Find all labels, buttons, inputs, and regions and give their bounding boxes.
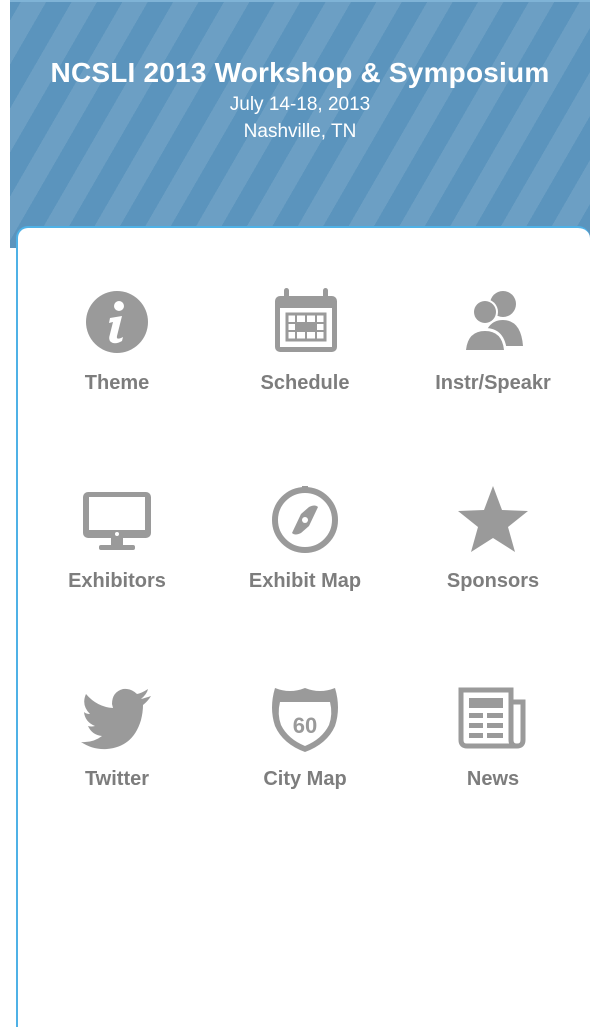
- menu-item-schedule[interactable]: Schedule: [210, 228, 400, 398]
- menu-item-instructors-speakers[interactable]: Instr/Speakr: [398, 228, 588, 398]
- menu-item-theme[interactable]: Theme: [22, 228, 212, 398]
- menu-item-news[interactable]: News: [398, 624, 588, 794]
- menu-item-label: Exhibitors: [68, 570, 166, 592]
- event-location: Nashville, TN: [243, 121, 357, 142]
- header-banner: NCSLI 2013 Workshop & Symposium July 14-…: [10, 0, 590, 248]
- app-screen: NCSLI 2013 Workshop & Symposium July 14-…: [0, 0, 590, 1027]
- menu-item-label: Exhibit Map: [248, 570, 362, 592]
- menu-item-label: Theme: [84, 372, 150, 394]
- compass-icon: [265, 480, 345, 560]
- highway-number: 60: [293, 713, 317, 738]
- menu-item-exhibitors[interactable]: Exhibitors: [22, 426, 212, 596]
- menu-panel: Theme Schedule Instr/Speakr Exhibitors E…: [16, 226, 590, 1027]
- menu-item-twitter[interactable]: Twitter: [22, 624, 212, 794]
- people-icon: [453, 282, 533, 362]
- menu-item-label: Instr/Speakr: [435, 372, 551, 394]
- menu-item-label: Twitter: [84, 768, 150, 790]
- menu-item-sponsors[interactable]: Sponsors: [398, 426, 588, 596]
- monitor-icon: [77, 480, 157, 560]
- menu-item-city-map[interactable]: 60 City Map: [210, 624, 400, 794]
- menu-item-label: Sponsors: [446, 570, 540, 592]
- calendar-icon: [265, 282, 345, 362]
- info-icon: [77, 282, 157, 362]
- menu-item-label: News: [466, 768, 520, 790]
- highway-shield-icon: 60: [265, 678, 345, 758]
- event-title: NCSLI 2013 Workshop & Symposium: [50, 57, 550, 88]
- twitter-bird-icon: [77, 678, 157, 758]
- menu-item-exhibit-map[interactable]: Exhibit Map: [210, 426, 400, 596]
- star-icon: [453, 480, 533, 560]
- header-text: NCSLI 2013 Workshop & Symposium July 14-…: [10, 56, 590, 144]
- menu-item-label: City Map: [263, 768, 347, 790]
- event-dates: July 14-18, 2013: [229, 94, 371, 115]
- menu-item-label: Schedule: [260, 372, 350, 394]
- newspaper-icon: [453, 678, 533, 758]
